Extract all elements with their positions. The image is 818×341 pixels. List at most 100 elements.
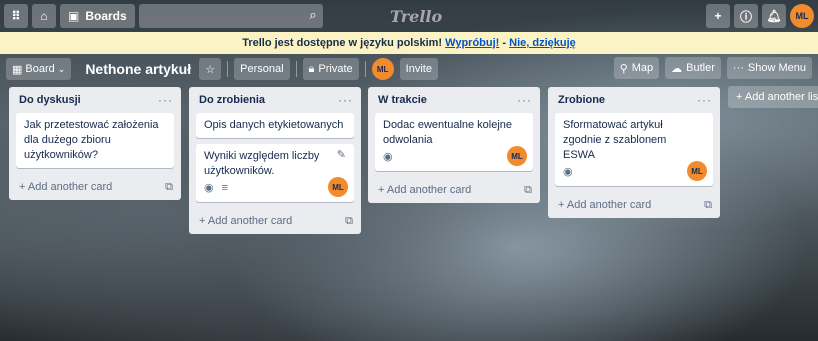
- topbar-right-group: + ⓘ 🔔︎ ML: [706, 4, 814, 28]
- boards-label: Boards: [85, 9, 127, 23]
- banner-separator: -: [502, 37, 507, 49]
- card-avatar-initials: ML: [511, 151, 523, 161]
- map-button[interactable]: ⚲ Map: [613, 57, 660, 79]
- card-avatar-initials: ML: [332, 182, 344, 192]
- list-menu-icon[interactable]: ···: [338, 93, 353, 107]
- add-card-label: + Add another card: [19, 181, 113, 193]
- list-title[interactable]: W trakcie: [378, 94, 427, 106]
- card[interactable]: Dodac ewentualne kolejne odwolania ◉ ML: [375, 113, 533, 171]
- dismiss-banner-link[interactable]: Nie, dziękuję: [509, 37, 576, 49]
- add-card-button[interactable]: + Add another card ⧉: [548, 192, 720, 218]
- star-icon: ☆: [205, 63, 216, 76]
- home-button[interactable]: ⌂: [32, 4, 56, 28]
- card-badges: ◉ ≡: [204, 179, 328, 197]
- card[interactable]: ✎ Wyniki względem liczby użytkowników. ◉…: [196, 144, 354, 202]
- top-navigation-bar: ⠿ ⌂ ▣ Boards ⌕ Trello + ⓘ 🔔︎ ML: [0, 0, 818, 32]
- show-menu-label: Show Menu: [747, 62, 806, 74]
- team-visibility-button[interactable]: Personal: [234, 58, 290, 80]
- language-banner: Trello jest dostępne w języku polskim! W…: [0, 32, 818, 54]
- card-member-avatar[interactable]: ML: [687, 161, 707, 181]
- add-list-button[interactable]: + Add another list: [728, 86, 818, 108]
- try-language-link[interactable]: Wypróbuj!: [445, 37, 499, 49]
- butler-button[interactable]: ☁ Butler: [665, 57, 721, 79]
- list-title[interactable]: Do zrobienia: [199, 94, 265, 106]
- description-icon: ≡: [221, 181, 229, 194]
- home-icon: ⌂: [40, 9, 48, 23]
- card-member-avatar[interactable]: ML: [507, 146, 527, 166]
- add-card-button[interactable]: + Add another card ⧉: [368, 177, 540, 203]
- add-card-button[interactable]: + Add another card ⧉: [189, 208, 361, 234]
- pencil-icon[interactable]: ✎: [337, 148, 346, 163]
- bell-icon: 🔔︎: [766, 9, 782, 23]
- grid-icon: ⠿: [11, 9, 21, 23]
- trello-logo[interactable]: Trello: [390, 7, 442, 26]
- invite-label: Invite: [405, 63, 432, 75]
- card-title: Wyniki względem liczby użytkowników.: [204, 150, 320, 177]
- card-avatar-initials: ML: [691, 166, 703, 176]
- card-title: Dodac ewentualne kolejne odwolania: [383, 119, 513, 146]
- board-header-right: ⚲ Map ☁ Butler ··· Show Menu: [613, 57, 818, 79]
- add-card-button[interactable]: + Add another card ⧉: [9, 174, 181, 200]
- card-template-icon[interactable]: ⧉: [345, 215, 353, 228]
- show-menu-button[interactable]: ··· Show Menu: [726, 57, 812, 79]
- star-board-button[interactable]: ☆: [199, 58, 222, 80]
- more-dots-icon: ···: [732, 62, 744, 74]
- plus-icon: +: [714, 9, 722, 23]
- butler-icon: ☁: [671, 62, 683, 75]
- apps-grid-button[interactable]: ⠿: [4, 4, 28, 28]
- card-badges: ◉: [383, 148, 525, 166]
- info-button[interactable]: ⓘ: [734, 4, 758, 28]
- list-title[interactable]: Zrobione: [558, 94, 605, 106]
- list-header: Do dyskusji ···: [9, 87, 181, 113]
- boards-icon: ▣: [68, 9, 80, 23]
- board-member-avatar[interactable]: ML: [371, 58, 394, 80]
- list-zrobione: Zrobione ··· Sformatować artykuł zgodnie…: [548, 87, 720, 218]
- logo-text: Trello: [390, 7, 443, 26]
- card-member-avatar[interactable]: ML: [328, 177, 348, 197]
- card-template-icon[interactable]: ⧉: [524, 184, 532, 197]
- board-header: ▦ Board ⌄ Nethone artykuł ☆ Personal 🔒︎ …: [0, 57, 818, 81]
- search-icon: ⌕: [309, 7, 317, 22]
- create-button[interactable]: +: [706, 4, 730, 28]
- card-title: Jak przetestować założenia dla dużego zb…: [24, 119, 159, 161]
- list-do-zrobienia: Do zrobienia ··· Opis danych etykietowan…: [189, 87, 361, 234]
- list-menu-icon[interactable]: ···: [517, 93, 532, 107]
- butler-label: Butler: [686, 62, 715, 74]
- add-list-label: + Add another list: [736, 91, 818, 103]
- notifications-button[interactable]: 🔔︎: [762, 4, 786, 28]
- card[interactable]: Jak przetestować założenia dla dużego zb…: [16, 113, 174, 168]
- card-template-icon[interactable]: ⧉: [704, 199, 712, 212]
- member-avatar-initials: ML: [376, 64, 389, 74]
- list-header: Zrobione ···: [548, 87, 720, 113]
- card[interactable]: Opis danych etykietowanych: [196, 113, 354, 138]
- list-header: W trakcie ···: [368, 87, 540, 113]
- board-title[interactable]: Nethone artykuł: [85, 61, 191, 77]
- boards-button[interactable]: ▣ Boards: [60, 4, 135, 28]
- divider: [295, 61, 297, 77]
- invite-button[interactable]: Invite: [399, 58, 438, 80]
- add-card-label: + Add another card: [378, 184, 472, 196]
- list-menu-icon[interactable]: ···: [158, 93, 173, 107]
- eye-icon: ◉: [383, 150, 393, 163]
- board-view-label: Board: [25, 63, 55, 75]
- list-menu-icon[interactable]: ···: [697, 93, 712, 107]
- board-visibility-button[interactable]: 🔒︎ Private: [302, 58, 359, 80]
- card[interactable]: Sformatować artykuł zgodnie z szablonem …: [555, 113, 713, 186]
- add-card-label: + Add another card: [558, 199, 652, 211]
- banner-text: Trello jest dostępne w języku polskim!: [242, 37, 443, 49]
- search-input[interactable]: ⌕: [138, 4, 323, 28]
- board-view-icon: ▦: [12, 63, 23, 76]
- user-avatar[interactable]: ML: [790, 4, 814, 28]
- list-w-trakcie: W trakcie ··· Dodac ewentualne kolejne o…: [368, 87, 540, 203]
- card-template-icon[interactable]: ⧉: [165, 181, 173, 194]
- card-title: Opis danych etykietowanych: [204, 119, 344, 131]
- add-card-label: + Add another card: [199, 215, 293, 227]
- divider: [227, 61, 229, 77]
- lock-icon: 🔒︎: [308, 62, 315, 75]
- team-label: Personal: [240, 63, 284, 75]
- list-header: Do zrobienia ···: [189, 87, 361, 113]
- list-title[interactable]: Do dyskusji: [19, 94, 81, 106]
- map-pin-icon: ⚲: [619, 62, 628, 75]
- board-view-switcher[interactable]: ▦ Board ⌄: [6, 58, 72, 80]
- card-badges: ◉: [563, 163, 687, 181]
